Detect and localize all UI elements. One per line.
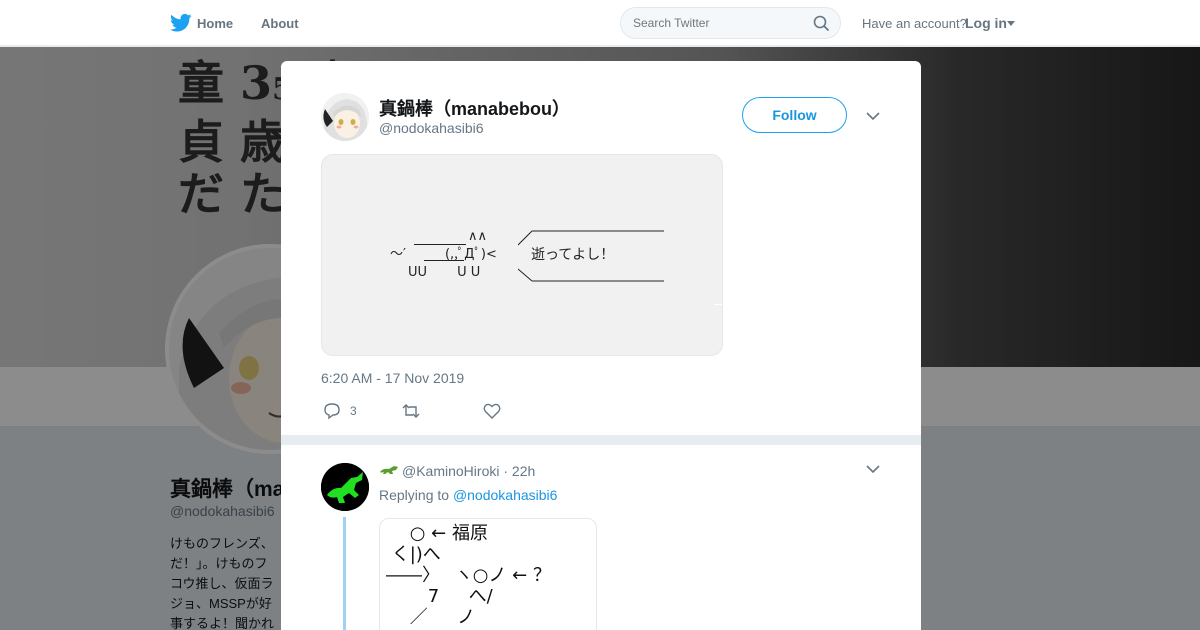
ascii-speech-text: 逝ってよし！ xyxy=(531,247,615,263)
close-icon[interactable] xyxy=(1154,11,1178,35)
search-box[interactable] xyxy=(620,7,841,39)
login-link[interactable]: Log in xyxy=(965,15,1007,31)
tweet-timestamp[interactable]: 6:20 AM - 17 Nov 2019 xyxy=(321,370,464,386)
search-icon[interactable] xyxy=(813,15,830,32)
reply-author-handle[interactable]: @KaminoHiroki xyxy=(402,463,499,479)
have-account-text: Have an account? xyxy=(862,16,967,31)
replying-to-link[interactable]: @nodokahasibi6 xyxy=(453,487,558,503)
section-separator xyxy=(281,435,921,445)
ascii-line-3: ――〉 ヽ○ノ ← ？ xyxy=(386,565,551,586)
thread-line xyxy=(343,517,346,630)
twitter-bird-icon[interactable] xyxy=(170,13,192,33)
ascii-line-1: ○ ← 福原 xyxy=(386,523,488,544)
replying-to-line: Replying to @nodokahasibi6 xyxy=(379,487,557,503)
ascii-feet: UU U U xyxy=(408,265,481,280)
follow-button[interactable]: Follow xyxy=(742,97,847,133)
reply-media-image[interactable]: ○ ← 福原 く|)へ ――〉 ヽ○ノ ← ？ 7 へ/ ／ ノ xyxy=(379,518,597,630)
chevron-down-icon[interactable] xyxy=(866,465,880,474)
ascii-line-2: く|)へ xyxy=(386,544,441,565)
reply-author-avatar[interactable] xyxy=(321,463,369,511)
replying-to-prefix: Replying to xyxy=(379,487,450,503)
tweet-media-image[interactable]: ∧∧ ～′ (,,ﾟДﾟ)< UU U U 逝ってよし！ xyxy=(321,154,723,356)
tweet-author-avatar[interactable] xyxy=(321,93,369,141)
nav-home-link[interactable]: Home xyxy=(197,16,233,31)
nav-about-link[interactable]: About xyxy=(261,16,299,31)
ascii-belly-line xyxy=(424,260,464,261)
media-artifact xyxy=(714,304,722,305)
tweet-author-name[interactable]: 真鍋棒（manabebou） xyxy=(379,95,570,121)
top-navigation-bar: Home About Have an account? Log in xyxy=(0,0,1200,46)
ascii-line-5: ／ ノ xyxy=(386,607,476,628)
ascii-line-4: 7 へ/ xyxy=(386,586,493,607)
tweet-author-handle[interactable]: @nodokahasibi6 xyxy=(379,120,484,136)
ascii-body: ～′ (,,ﾟДﾟ)< xyxy=(390,247,497,262)
reply-count: 3 xyxy=(350,404,357,418)
crocodile-emoji-icon xyxy=(380,466,398,474)
reply-icon[interactable] xyxy=(323,402,341,420)
ascii-back-line xyxy=(414,244,466,245)
tweet-modal: 真鍋棒（manabebou） @nodokahasibi6 Follow ∧∧ … xyxy=(281,61,921,630)
reply-meta: @KaminoHiroki · 22h xyxy=(402,463,536,479)
caret-down-icon[interactable] xyxy=(1007,21,1015,26)
like-heart-icon[interactable] xyxy=(483,402,501,420)
search-input[interactable] xyxy=(633,16,803,30)
green-creature-avatar xyxy=(321,463,369,511)
avatar-illustration xyxy=(321,93,369,141)
ascii-ears: ∧∧ xyxy=(468,229,488,244)
retweet-icon[interactable] xyxy=(402,402,420,420)
reply-time[interactable]: 22h xyxy=(512,463,535,479)
chevron-down-icon[interactable] xyxy=(866,112,880,121)
